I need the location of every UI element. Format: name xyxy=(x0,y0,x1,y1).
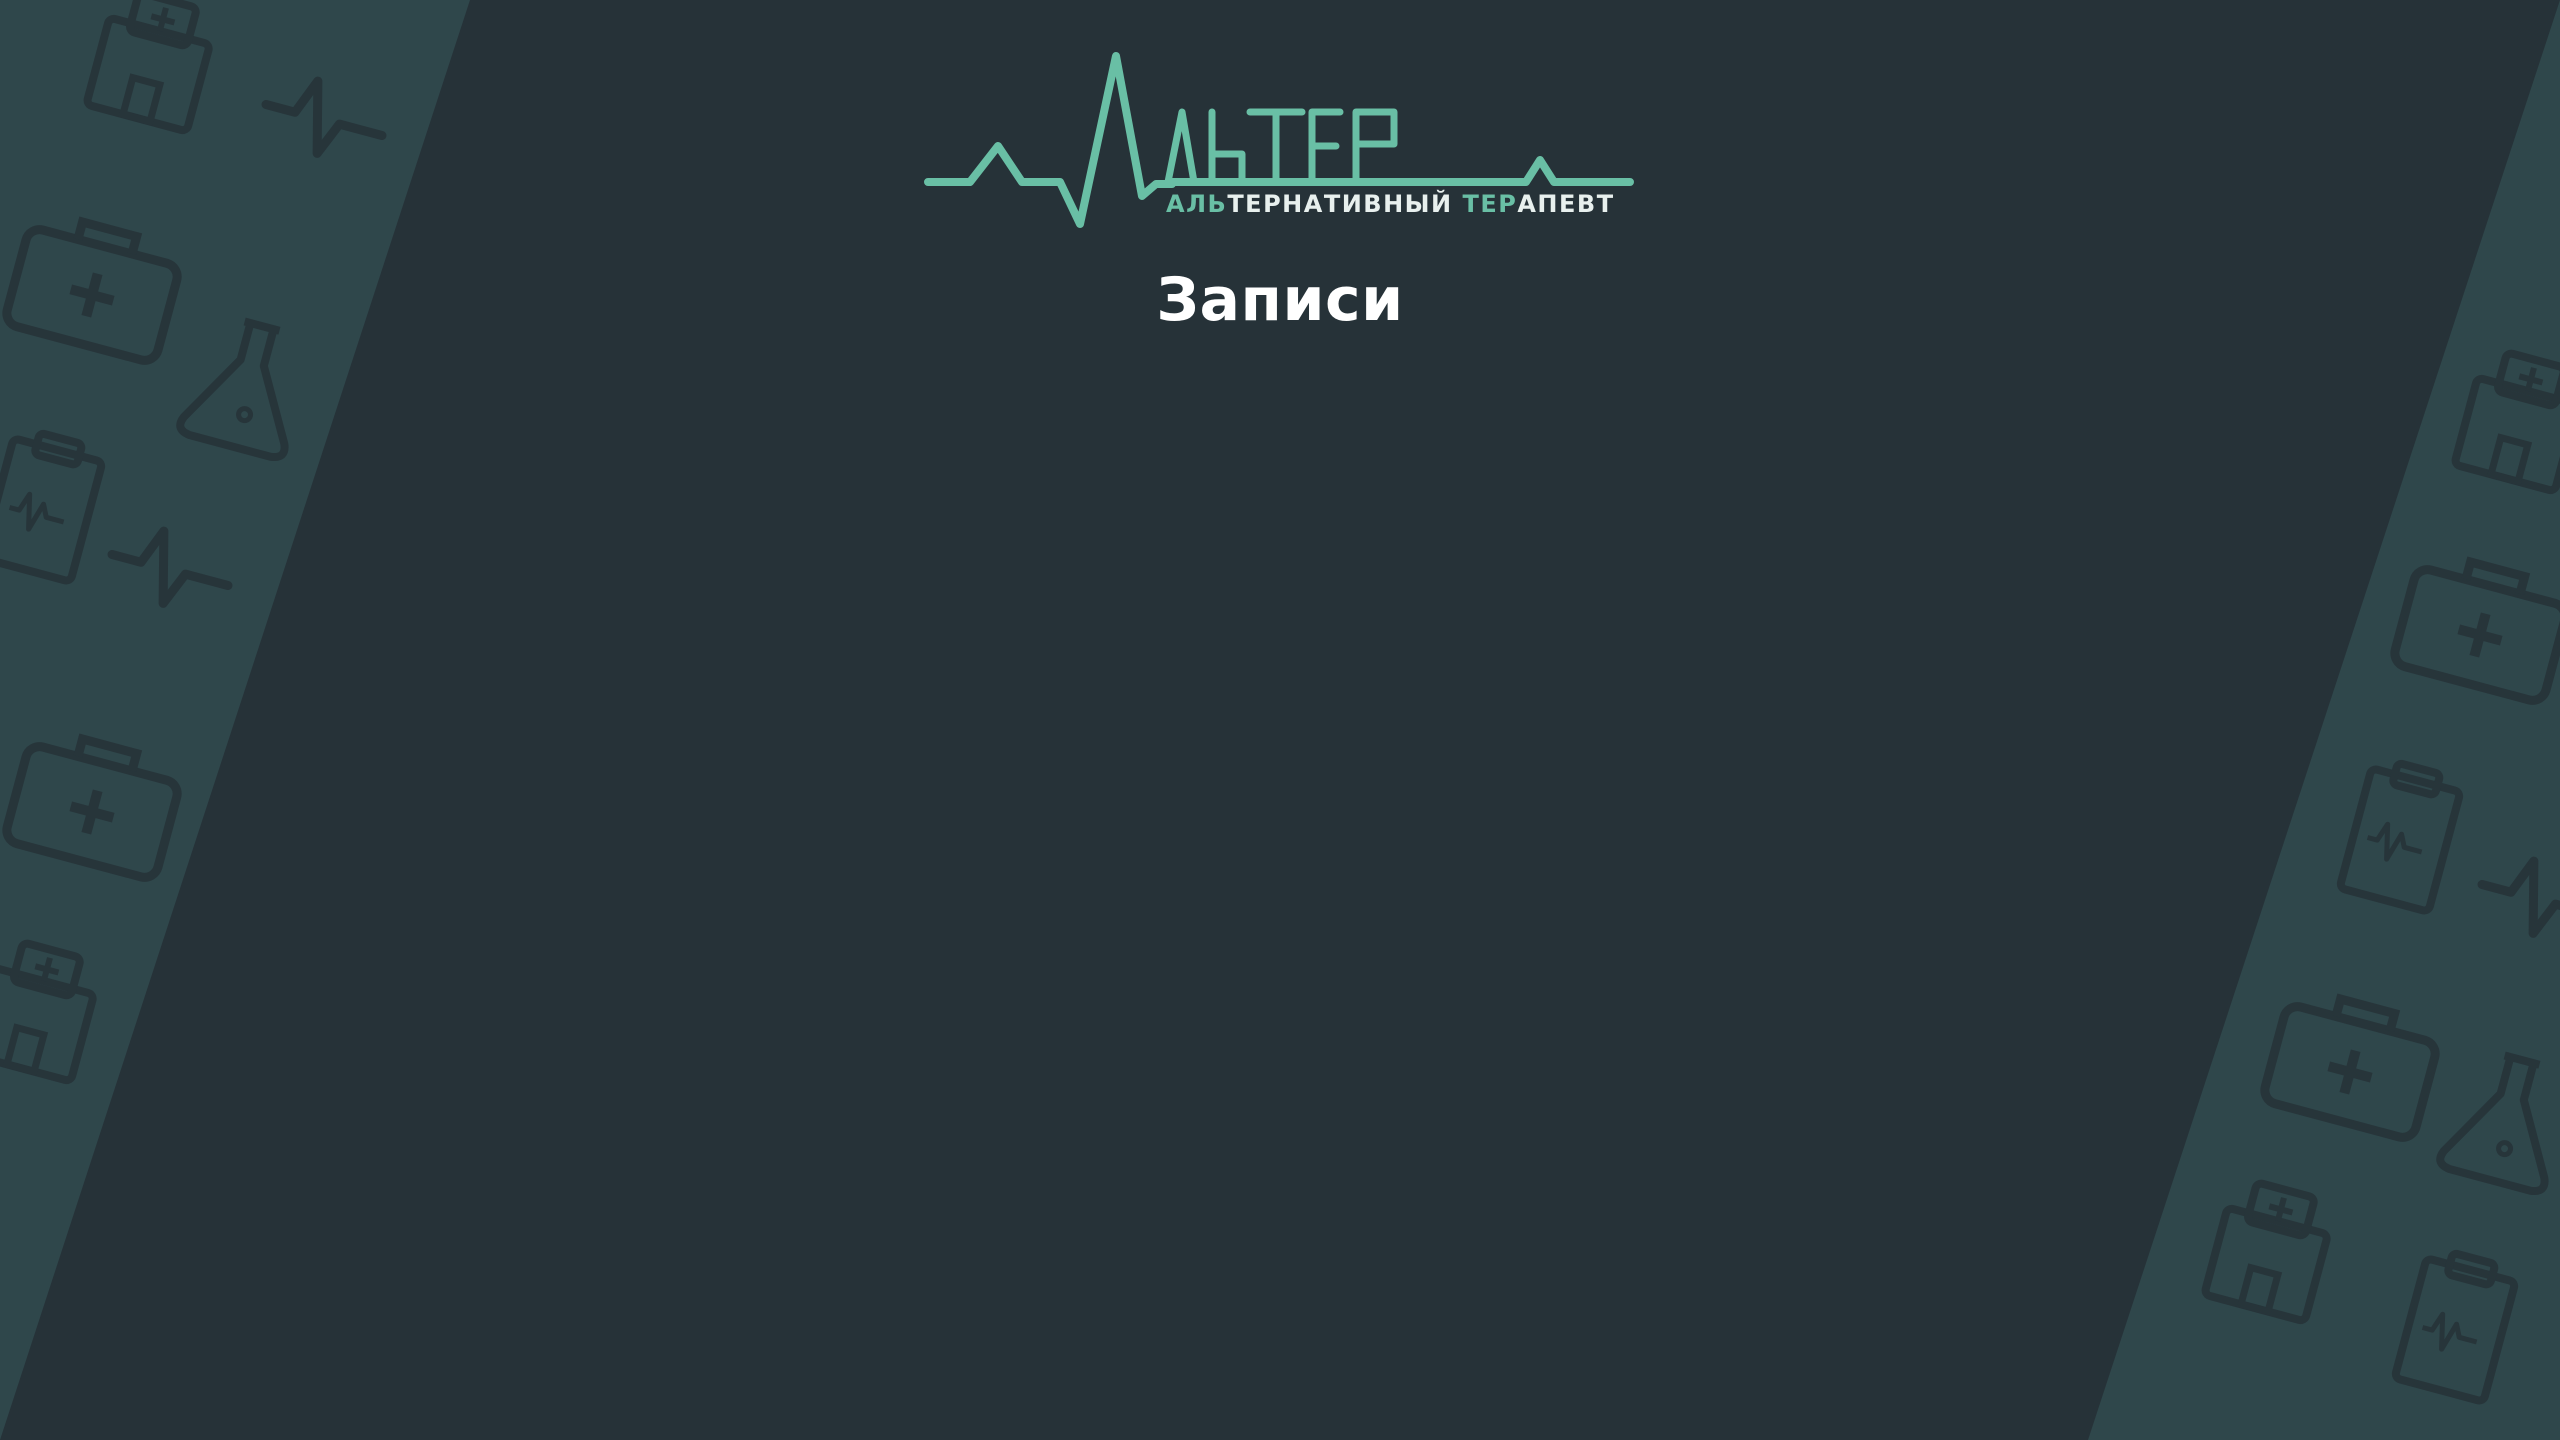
tagline-highlight-2: ТЕР xyxy=(1462,190,1517,218)
page-title: Записи xyxy=(1156,265,1404,335)
page-header: АЛЬТЕРНАТИВНЫЙ ТЕРАПЕВТ Записи xyxy=(0,0,2560,360)
records-list xyxy=(480,380,2080,1360)
app-screen: АЛЬТЕРНАТИВНЫЙ ТЕРАПЕВТ Записи xyxy=(0,0,2560,1440)
svg-text:АЛЬТЕРНАТИВНЫЙ ТЕРАПЕВТ: АЛЬТЕРНАТИВНЫЙ ТЕРАПЕВТ xyxy=(1166,189,1615,218)
alter-logo[interactable]: АЛЬТЕРНАТИВНЫЙ ТЕРАПЕВТ xyxy=(920,44,1640,244)
heartbeat-logo-icon xyxy=(924,52,1176,228)
tagline-highlight-1: АЛЬ xyxy=(1166,190,1227,218)
tagline-part-2: АПЕВТ xyxy=(1517,190,1614,218)
tagline-part-1: ТЕРНАТИВНЫЙ xyxy=(1227,189,1462,218)
